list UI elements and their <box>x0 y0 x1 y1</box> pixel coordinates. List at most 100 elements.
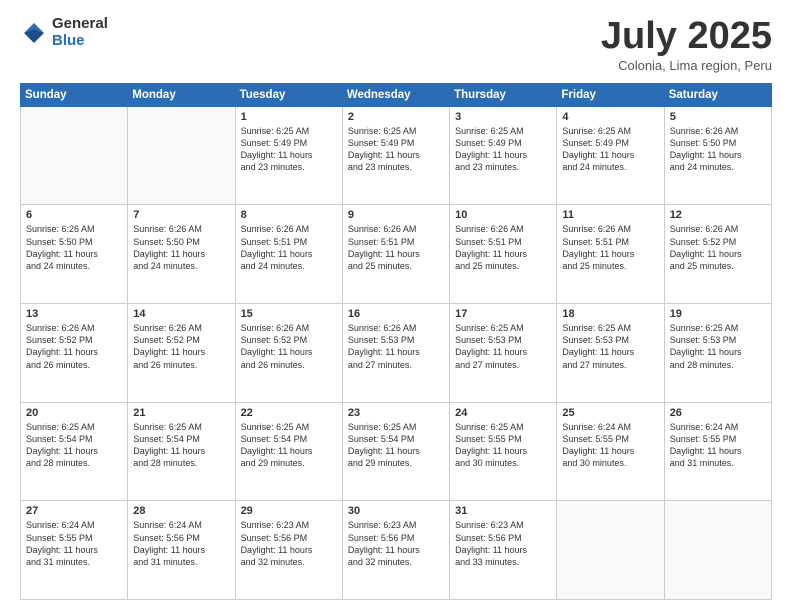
logo-general-text: General <box>52 16 108 33</box>
logo-icon <box>20 19 48 47</box>
day-info: Sunrise: 6:24 AM Sunset: 5:56 PM Dayligh… <box>133 519 229 568</box>
day-number: 19 <box>670 308 766 320</box>
day-number: 21 <box>133 407 229 419</box>
calendar-cell: 20Sunrise: 6:25 AM Sunset: 5:54 PM Dayli… <box>21 402 128 501</box>
calendar-week-3: 13 Sunrise: 6:26 AM Sunset: 5:52 PM Dayli… <box>21 304 772 403</box>
day-info: Sunrise: 6:26 AM Sunset: 5:50 PM Dayligh… <box>133 223 229 272</box>
day-number: 27 <box>26 505 122 517</box>
calendar-cell: 27 Sunrise: 6:24 AM Sunset: 5:55 PM Dayli… <box>21 501 128 600</box>
logo-blue-text: Blue <box>52 33 108 50</box>
calendar-week-1: 1 Sunrise: 6:25 AM Sunset: 5:49 PM Daylig… <box>21 106 772 205</box>
day-info: Sunrise: 6:25 AM Sunset: 5:54 PM Dayligh… <box>241 421 337 470</box>
day-number: 20 <box>26 407 122 419</box>
day-number: 31 <box>455 505 551 517</box>
day-number: 29 <box>241 505 337 517</box>
calendar-cell: 7 Sunrise: 6:26 AM Sunset: 5:50 PM Daylig… <box>128 205 235 304</box>
day-number: 25 <box>562 407 658 419</box>
header: General Blue July 2025 Colonia, Lima reg… <box>20 16 772 73</box>
day-info: Sunrise: 6:26 AM Sunset: 5:52 PM Dayligh… <box>26 322 122 371</box>
day-number: 17 <box>455 308 551 320</box>
day-number: 7 <box>133 209 229 221</box>
day-info: Sunrise: 6:26 AM Sunset: 5:53 PM Dayligh… <box>348 322 444 371</box>
calendar-cell: 19Sunrise: 6:25 AM Sunset: 5:53 PM Dayli… <box>664 304 771 403</box>
location-subtitle: Colonia, Lima region, Peru <box>601 58 772 73</box>
day-info: Sunrise: 6:25 AM Sunset: 5:54 PM Dayligh… <box>348 421 444 470</box>
calendar-week-5: 27 Sunrise: 6:24 AM Sunset: 5:55 PM Dayli… <box>21 501 772 600</box>
day-number: 3 <box>455 111 551 123</box>
calendar-cell: 6 Sunrise: 6:26 AM Sunset: 5:50 PM Daylig… <box>21 205 128 304</box>
day-info: Sunrise: 6:26 AM Sunset: 5:51 PM Dayligh… <box>348 223 444 272</box>
day-number: 18 <box>562 308 658 320</box>
day-info: Sunrise: 6:25 AM Sunset: 5:49 PM Dayligh… <box>562 125 658 174</box>
day-number: 15 <box>241 308 337 320</box>
col-tuesday: Tuesday <box>235 83 342 106</box>
calendar-cell: 15 Sunrise: 6:26 AM Sunset: 5:52 PM Dayli… <box>235 304 342 403</box>
col-saturday: Saturday <box>664 83 771 106</box>
calendar-table: Sunday Monday Tuesday Wednesday Thursday… <box>20 83 772 600</box>
calendar-cell: 8 Sunrise: 6:26 AM Sunset: 5:51 PM Daylig… <box>235 205 342 304</box>
calendar-cell: 25 Sunrise: 6:24 AM Sunset: 5:55 PM Dayli… <box>557 402 664 501</box>
day-number: 12 <box>670 209 766 221</box>
day-info: Sunrise: 6:25 AM Sunset: 5:53 PM Dayligh… <box>562 322 658 371</box>
day-info: Sunrise: 6:24 AM Sunset: 5:55 PM Dayligh… <box>26 519 122 568</box>
day-number: 1 <box>241 111 337 123</box>
day-info: Sunrise: 6:26 AM Sunset: 5:51 PM Dayligh… <box>455 223 551 272</box>
day-number: 10 <box>455 209 551 221</box>
col-monday: Monday <box>128 83 235 106</box>
calendar-cell: 1 Sunrise: 6:25 AM Sunset: 5:49 PM Daylig… <box>235 106 342 205</box>
calendar-cell: 3Sunrise: 6:25 AM Sunset: 5:49 PM Daylig… <box>450 106 557 205</box>
calendar-week-2: 6 Sunrise: 6:26 AM Sunset: 5:50 PM Daylig… <box>21 205 772 304</box>
day-info: Sunrise: 6:25 AM Sunset: 5:55 PM Dayligh… <box>455 421 551 470</box>
day-info: Sunrise: 6:26 AM Sunset: 5:50 PM Dayligh… <box>26 223 122 272</box>
col-wednesday: Wednesday <box>342 83 449 106</box>
calendar-cell <box>664 501 771 600</box>
day-number: 26 <box>670 407 766 419</box>
day-number: 6 <box>26 209 122 221</box>
day-info: Sunrise: 6:24 AM Sunset: 5:55 PM Dayligh… <box>562 421 658 470</box>
day-number: 11 <box>562 209 658 221</box>
day-info: Sunrise: 6:26 AM Sunset: 5:51 PM Dayligh… <box>562 223 658 272</box>
day-number: 22 <box>241 407 337 419</box>
day-number: 28 <box>133 505 229 517</box>
logo-text: General Blue <box>52 16 108 49</box>
day-number: 5 <box>670 111 766 123</box>
calendar-cell: 30 Sunrise: 6:23 AM Sunset: 5:56 PM Dayli… <box>342 501 449 600</box>
calendar-cell: 18 Sunrise: 6:25 AM Sunset: 5:53 PM Dayli… <box>557 304 664 403</box>
day-number: 2 <box>348 111 444 123</box>
day-number: 30 <box>348 505 444 517</box>
col-sunday: Sunday <box>21 83 128 106</box>
calendar-header-row: Sunday Monday Tuesday Wednesday Thursday… <box>21 83 772 106</box>
day-number: 16 <box>348 308 444 320</box>
day-info: Sunrise: 6:26 AM Sunset: 5:51 PM Dayligh… <box>241 223 337 272</box>
calendar-cell: 4 Sunrise: 6:25 AM Sunset: 5:49 PM Daylig… <box>557 106 664 205</box>
calendar-cell: 23Sunrise: 6:25 AM Sunset: 5:54 PM Dayli… <box>342 402 449 501</box>
calendar-cell: 12 Sunrise: 6:26 AM Sunset: 5:52 PM Dayli… <box>664 205 771 304</box>
day-info: Sunrise: 6:25 AM Sunset: 5:54 PM Dayligh… <box>133 421 229 470</box>
calendar-cell: 21 Sunrise: 6:25 AM Sunset: 5:54 PM Dayli… <box>128 402 235 501</box>
calendar-cell: 9Sunrise: 6:26 AM Sunset: 5:51 PM Daylig… <box>342 205 449 304</box>
day-info: Sunrise: 6:23 AM Sunset: 5:56 PM Dayligh… <box>455 519 551 568</box>
calendar-cell: 29 Sunrise: 6:23 AM Sunset: 5:56 PM Dayli… <box>235 501 342 600</box>
calendar-cell <box>21 106 128 205</box>
day-info: Sunrise: 6:26 AM Sunset: 5:50 PM Dayligh… <box>670 125 766 174</box>
calendar-cell: 14Sunrise: 6:26 AM Sunset: 5:52 PM Dayli… <box>128 304 235 403</box>
day-info: Sunrise: 6:25 AM Sunset: 5:49 PM Dayligh… <box>348 125 444 174</box>
logo: General Blue <box>20 16 108 49</box>
day-info: Sunrise: 6:25 AM Sunset: 5:53 PM Dayligh… <box>455 322 551 371</box>
day-info: Sunrise: 6:23 AM Sunset: 5:56 PM Dayligh… <box>241 519 337 568</box>
day-info: Sunrise: 6:25 AM Sunset: 5:49 PM Dayligh… <box>241 125 337 174</box>
day-number: 13 <box>26 308 122 320</box>
calendar-cell: 31 Sunrise: 6:23 AM Sunset: 5:56 PM Dayli… <box>450 501 557 600</box>
day-info: Sunrise: 6:23 AM Sunset: 5:56 PM Dayligh… <box>348 519 444 568</box>
day-info: Sunrise: 6:26 AM Sunset: 5:52 PM Dayligh… <box>670 223 766 272</box>
calendar-cell: 11 Sunrise: 6:26 AM Sunset: 5:51 PM Dayli… <box>557 205 664 304</box>
day-info: Sunrise: 6:26 AM Sunset: 5:52 PM Dayligh… <box>133 322 229 371</box>
day-info: Sunrise: 6:26 AM Sunset: 5:52 PM Dayligh… <box>241 322 337 371</box>
calendar-cell: 22 Sunrise: 6:25 AM Sunset: 5:54 PM Dayli… <box>235 402 342 501</box>
calendar-cell: 28 Sunrise: 6:24 AM Sunset: 5:56 PM Dayli… <box>128 501 235 600</box>
calendar-cell <box>557 501 664 600</box>
col-friday: Friday <box>557 83 664 106</box>
day-number: 8 <box>241 209 337 221</box>
month-title: July 2025 <box>601 16 772 58</box>
day-number: 4 <box>562 111 658 123</box>
